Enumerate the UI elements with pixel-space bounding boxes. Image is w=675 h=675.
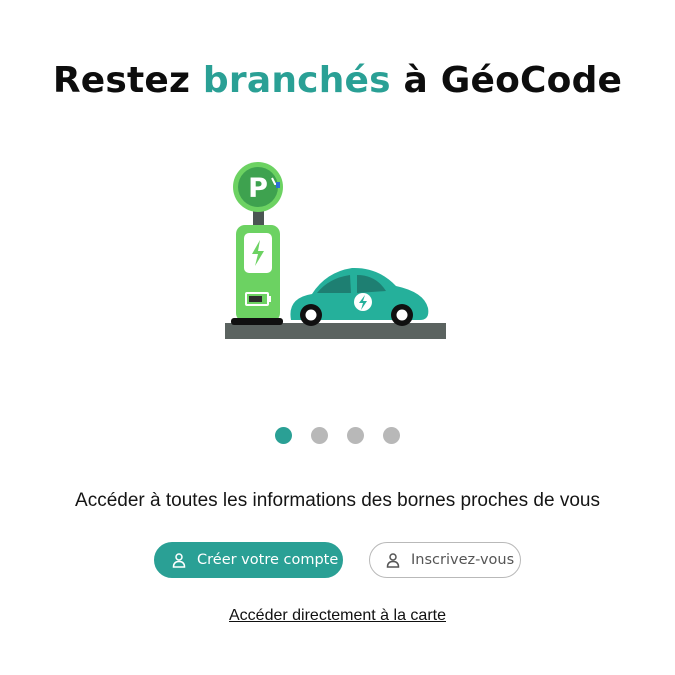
signup-label: Inscrivez-vous [411,552,515,568]
carousel-dot-3[interactable] [347,427,364,444]
electric-car-icon [290,267,429,326]
user-icon [385,552,401,568]
action-buttons: Créer votre compte Inscrivez-vous [0,542,675,578]
parking-sign-letter: P [248,173,268,204]
ev-charging-illustration: P [220,160,455,345]
title-text-start: Restez [52,60,191,101]
ground-bar [225,323,446,339]
create-account-label: Créer votre compte [197,552,339,568]
onboarding-description: Accéder à toutes les informations des bo… [75,490,600,511]
carousel-dot-1[interactable] [275,427,292,444]
create-account-button[interactable]: Créer votre compte [154,542,343,578]
title-accent-text: branchés [202,60,391,101]
carousel-dot-4[interactable] [383,427,400,444]
signup-button[interactable]: Inscrivez-vous [369,542,521,578]
direct-map-link-container: Accéder directement à la carte [0,607,675,625]
carousel-indicator [0,427,675,444]
carousel-dot-2[interactable] [311,427,328,444]
page-title: Restez branchés à GéoCode [0,60,675,101]
user-icon [171,552,187,568]
title-text-end: à GéoCode [403,60,623,101]
charging-station-icon: P [225,162,446,339]
direct-map-link[interactable]: Accéder directement à la carte [229,607,446,624]
